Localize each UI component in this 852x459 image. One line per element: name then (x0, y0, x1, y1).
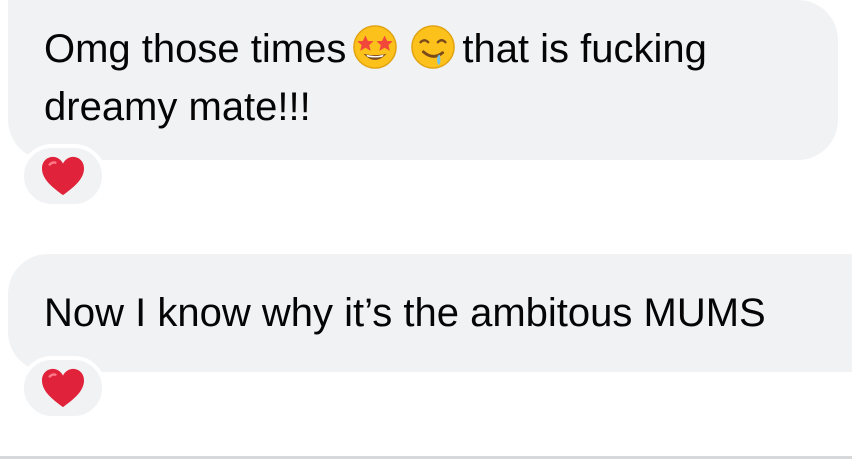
message-line: dreamy mate!!! (44, 85, 311, 129)
star-struck-emoji (353, 25, 398, 69)
heart-reaction-icon (42, 368, 84, 408)
drooling-face-emoji (411, 25, 456, 69)
message-text: Omg those times (44, 27, 347, 71)
chat-thread: Omg those times that is fucking dreamy m… (0, 0, 852, 459)
reaction-badge[interactable] (20, 144, 106, 208)
message-text: that is fucking (462, 27, 707, 71)
message-text: Now I know why it’s the ambitous MUMS (44, 291, 766, 335)
message-bubble[interactable]: Now I know why it’s the ambitous MUMS (8, 254, 852, 372)
heart-reaction-icon (42, 156, 84, 196)
message-line: Omg those times that is fucking (44, 20, 802, 78)
reaction-badge[interactable] (20, 356, 106, 420)
message-bubble[interactable]: Omg those times that is fucking dreamy m… (8, 0, 838, 160)
